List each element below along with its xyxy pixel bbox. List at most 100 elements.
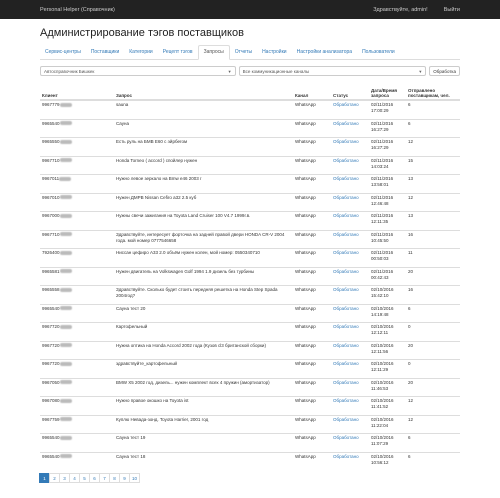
sent-cell: 6: [406, 433, 460, 452]
sent-cell: 12: [406, 137, 460, 156]
request-cell: Здравствуйте, интересует форточка на зад…: [114, 229, 293, 249]
datetime-cell: 02/10/2016 12:11:56: [369, 340, 406, 360]
table-row[interactable]: 9965540 Сауна тест 20 WhatsApp Обработано 02…: [40, 303, 460, 323]
col-request-header[interactable]: Запрос: [114, 80, 293, 101]
datetime-cell: 02/11/2016 14:03:24: [369, 155, 406, 175]
time-text: 11:46:53: [371, 385, 389, 391]
page-link[interactable]: 10: [129, 473, 140, 483]
sent-cell: 16: [406, 285, 460, 304]
status-link[interactable]: Обработано: [331, 192, 369, 212]
table-row[interactable]: 9965540 Сауна тест 19 WhatsApp Обработано 02…: [40, 433, 460, 452]
client-number: 9965581: [42, 268, 60, 274]
time-text: 00:42:43: [371, 274, 389, 280]
status-link[interactable]: Обработано: [331, 414, 369, 434]
table-row[interactable]: 9965540 Сауна тест 18 WhatsApp Обработано 02…: [40, 451, 460, 470]
logout-link[interactable]: Выйти: [444, 7, 460, 13]
status-link[interactable]: Обработано: [331, 433, 369, 452]
client-cell: 9965540: [40, 118, 114, 138]
status-link[interactable]: Обработано: [331, 377, 369, 397]
table-row[interactable]: 9965581 Нужен двигатель на Volkswagen Gol…: [40, 266, 460, 286]
status-link[interactable]: Обработано: [331, 99, 369, 119]
table-row[interactable]: 9967010 Нужен ДМРВ Nissan Cefiro a32 2.5 …: [40, 192, 460, 212]
status-link[interactable]: Обработано: [331, 303, 369, 323]
tab-item[interactable]: Пользователи: [357, 46, 400, 59]
table-row[interactable]: 9967720 Нужна оптика на Honda Accord 2002…: [40, 340, 460, 360]
table-row[interactable]: 9967080 Нужно правое окошко на Toyota ist…: [40, 396, 460, 415]
table-row[interactable]: 7926400 Ниссан цефиро А33 2.0 объём нужен…: [40, 248, 460, 267]
client-number: 9965558: [42, 287, 60, 292]
status-link[interactable]: Обработано: [331, 340, 369, 360]
sent-cell: 0: [406, 322, 460, 341]
table-row[interactable]: 9965540 Сауна WhatsApp Обработано 02/11/2016…: [40, 118, 460, 138]
request-cell: Нужны свечи зажигания на Toyota Land Cru…: [114, 211, 293, 230]
table-row[interactable]: 9967720 Картофельный WhatsApp Обработано 02/…: [40, 322, 460, 341]
col-channel-header[interactable]: Канал: [293, 80, 331, 101]
process-button[interactable]: Обработка: [429, 66, 460, 76]
table-row[interactable]: 9965558 Здравствуйте. Сколько будет стоит…: [40, 285, 460, 304]
table-row[interactable]: 9967759 Куплю Невада-зонд. Toyota Harrier…: [40, 414, 460, 434]
datetime-cell: 02/10/2016 12:12:11: [369, 322, 406, 341]
tab-item[interactable]: Поставщики: [86, 46, 124, 59]
datetime-cell: 02/10/2016 11:22:04: [369, 414, 406, 434]
tab-item[interactable]: Рецепт тэгов: [158, 46, 198, 59]
table-row[interactable]: 9967710 Здравствуйте, интересует форточка…: [40, 229, 460, 249]
status-link[interactable]: Обработано: [331, 118, 369, 138]
status-link[interactable]: Обработано: [331, 451, 369, 470]
tab-item[interactable]: Запросы: [197, 45, 230, 60]
status-link[interactable]: Обработано: [331, 211, 369, 230]
redacted-mark: [59, 287, 72, 292]
sent-cell: 6: [406, 99, 460, 119]
col-status-header[interactable]: Статус: [331, 80, 369, 101]
table-row[interactable]: 9967000 Нужны свечи зажигания на Toyota L…: [40, 211, 460, 230]
status-link[interactable]: Обработано: [331, 322, 369, 341]
col-sent-header[interactable]: Отправлено поставщикам, чел.: [406, 80, 460, 101]
status-link[interactable]: Обработано: [331, 155, 369, 175]
channel-select[interactable]: Все коммуникационные каналы ▼: [238, 66, 427, 76]
status-link[interactable]: Обработано: [331, 285, 369, 304]
channel-cell: WhatsApp: [293, 359, 331, 378]
table-row[interactable]: 9967050 BMW X5 2002 год, дизель... нужен …: [40, 377, 460, 397]
time-text: 12:11:29: [371, 367, 389, 372]
sent-cell: 20: [406, 266, 460, 286]
table-row[interactable]: 9967710 Honda Torneo ( accord ) спойлер н…: [40, 155, 460, 175]
status-link[interactable]: Обработано: [331, 137, 369, 156]
col-client-header[interactable]: Клиент: [40, 80, 114, 101]
tab-item[interactable]: Настройки: [257, 46, 292, 59]
tab-item[interactable]: Отчеты: [230, 46, 257, 59]
table-row[interactable]: 9967779 sauna WhatsApp Обработано 02/11/2016…: [40, 99, 460, 119]
status-link[interactable]: Обработано: [331, 174, 369, 193]
status-link[interactable]: Обработано: [331, 396, 369, 415]
table-row[interactable]: 9965550 Есть руль на БМВ Е60 с эйрбегом Wh…: [40, 137, 460, 156]
tab-item[interactable]: Категории: [124, 46, 157, 59]
brand-link[interactable]: Personal Helper (Справочник): [40, 7, 115, 13]
channel-cell: WhatsApp: [293, 118, 331, 138]
client-number: 9965540: [42, 305, 60, 311]
redacted-mark: [59, 195, 72, 200]
tab-item[interactable]: Сервис-центры: [40, 46, 86, 59]
request-cell: Honda Torneo ( accord ) спойлер нужен: [114, 155, 293, 175]
sent-cell: 6: [406, 451, 460, 470]
tab-item[interactable]: Настройки анализатора: [292, 46, 357, 59]
client-cell: 9967759: [40, 414, 114, 434]
col-datetime-header[interactable]: Дата/Время запроса: [369, 80, 406, 101]
channel-cell: WhatsApp: [293, 340, 331, 360]
request-cell: Нужно левое зеркало на Bmw e46 2003 г: [114, 174, 293, 193]
chevron-down-icon: ▼: [418, 68, 423, 74]
table-row[interactable]: 9967011 Нужно левое зеркало на Bmw e46 20…: [40, 174, 460, 193]
time-text: 12:11:56: [371, 348, 389, 354]
status-link[interactable]: Обработано: [331, 248, 369, 267]
client-cell: 9965558: [40, 285, 114, 304]
request-cell: Нужен двигатель на Volkswagen Golf 1994 …: [114, 266, 293, 286]
time-text: 14:03:24: [371, 163, 389, 169]
table-row[interactable]: 9967720 здравствуйте_картофельный WhatsApp…: [40, 359, 460, 378]
status-link[interactable]: Обработано: [331, 229, 369, 249]
client-cell: 9967720: [40, 340, 114, 360]
greeting-text: Здравствуйте, admin!: [373, 6, 428, 13]
status-link[interactable]: Обработано: [331, 266, 369, 286]
client-cell: 9965540: [40, 433, 114, 452]
city-select[interactable]: Автосправочник Бишкек ▼: [40, 66, 236, 76]
client-number: 9967710: [42, 157, 60, 163]
status-link[interactable]: Обработано: [331, 359, 369, 378]
redacted-mark: [59, 269, 72, 274]
date-text: 02/11/2016: [371, 250, 394, 255]
